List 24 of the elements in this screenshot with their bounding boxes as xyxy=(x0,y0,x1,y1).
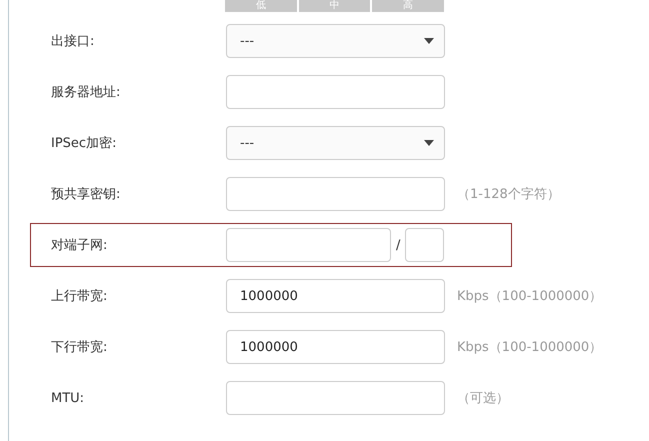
dropdown[interactable]: --- xyxy=(226,24,445,58)
caret-icon xyxy=(424,38,434,44)
input-field[interactable]: 1000000 xyxy=(226,279,445,313)
input-field[interactable]: 1000000 xyxy=(226,330,445,364)
field-label: IPSec加密: xyxy=(50,135,118,152)
field-label: 预共享密钥: xyxy=(50,186,122,203)
input-field[interactable] xyxy=(226,177,445,211)
field-label: 下行带宽: xyxy=(50,339,108,356)
hint-text: Kbps（100-1000000） xyxy=(457,339,602,356)
input-field[interactable] xyxy=(226,75,445,109)
dropdown[interactable]: --- xyxy=(226,126,445,160)
field-label: 出接口: xyxy=(50,33,96,50)
field-label: 上行带宽: xyxy=(50,288,108,305)
hint-text: （1-128个字符） xyxy=(457,186,560,203)
field-label: MTU: xyxy=(50,390,86,406)
input-field[interactable] xyxy=(226,381,445,415)
separator: / xyxy=(396,238,400,252)
field-label: 服务器地址: xyxy=(50,84,122,101)
field-label: 对端子网: xyxy=(50,237,108,254)
input-field[interactable] xyxy=(405,228,444,262)
input-field[interactable] xyxy=(226,228,391,262)
hint-text: Kbps（100-1000000） xyxy=(457,288,602,305)
hint-text: （可选） xyxy=(457,390,509,407)
caret-icon xyxy=(424,140,434,146)
